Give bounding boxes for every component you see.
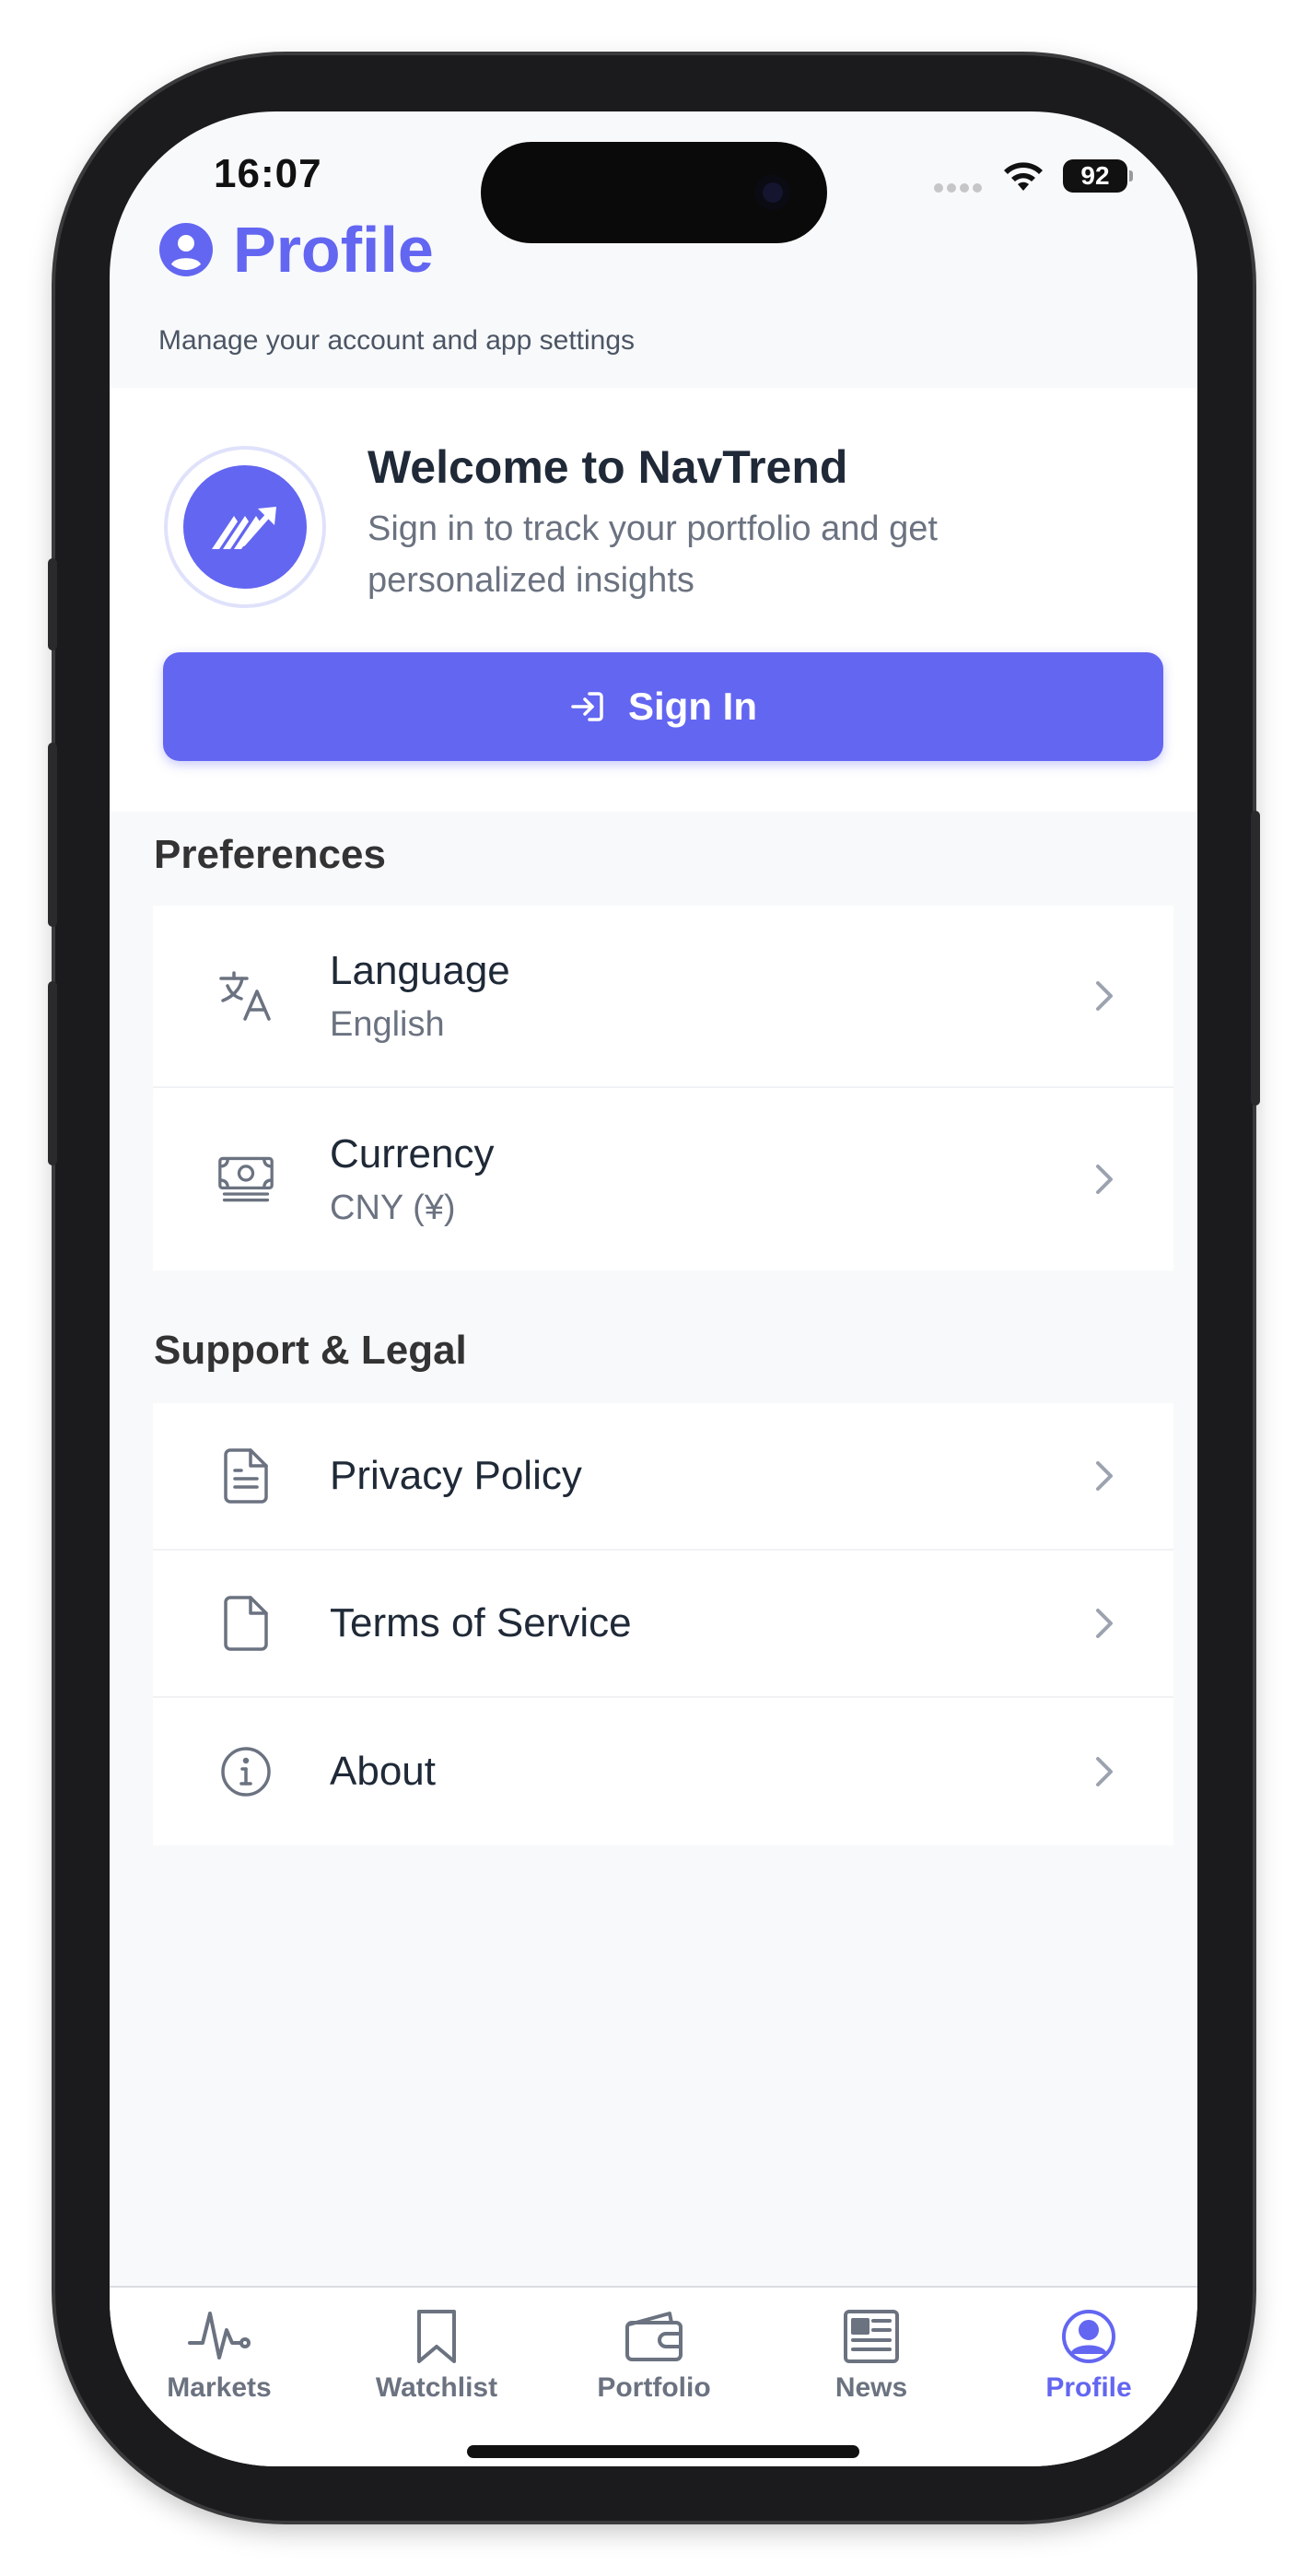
document-text-icon [217, 1447, 274, 1505]
tab-bar: Markets Watchlist Portfolio News Profile [110, 2286, 1197, 2466]
page-subtitle: Manage your account and app settings [158, 325, 636, 356]
chevron-right-icon [1096, 981, 1113, 1011]
page-header: Profile [159, 213, 434, 287]
tab-markets[interactable]: Markets [127, 2308, 311, 2404]
volume-up-button [48, 743, 57, 927]
dynamic-island [481, 142, 827, 243]
chevron-right-icon [1096, 1757, 1113, 1786]
sign-in-button[interactable]: Sign In [163, 652, 1163, 761]
privacy-policy-row[interactable]: Privacy Policy [153, 1403, 1173, 1551]
info-circle-icon [217, 1743, 274, 1800]
wifi-icon [1004, 162, 1043, 191]
translate-icon [217, 967, 274, 1025]
chevron-right-icon [1096, 1461, 1113, 1491]
support-legal-card: Privacy Policy Terms of Service About [153, 1403, 1173, 1845]
home-indicator[interactable] [467, 2445, 859, 2458]
battery-indicator: 92 [1063, 159, 1133, 193]
document-icon [217, 1595, 274, 1652]
front-camera [755, 175, 790, 210]
bookmark-icon [417, 2310, 456, 2363]
language-row[interactable]: Language English [153, 906, 1173, 1088]
tab-markets-label: Markets [167, 2372, 272, 2403]
currency-label: Currency [330, 1130, 495, 1177]
tab-profile[interactable]: Profile [997, 2308, 1181, 2404]
preferences-heading: Preferences [154, 832, 386, 877]
about-label: About [330, 1749, 436, 1794]
tab-profile-label: Profile [1045, 2372, 1132, 2403]
support-legal-heading: Support & Legal [154, 1328, 467, 1373]
login-icon [571, 692, 603, 721]
status-time: 16:07 [214, 151, 322, 196]
trend-logo-icon [183, 465, 307, 589]
currency-value: CNY (¥) [330, 1188, 456, 1227]
terms-of-service-row[interactable]: Terms of Service [153, 1551, 1173, 1698]
chevron-right-icon [1096, 1165, 1113, 1194]
tab-watchlist[interactable]: Watchlist [344, 2308, 529, 2404]
tab-portfolio[interactable]: Portfolio [562, 2308, 746, 2404]
privacy-policy-label: Privacy Policy [330, 1453, 582, 1498]
preferences-card: Language English Currency CNY (¥) [153, 906, 1173, 1270]
banknote-icon [217, 1151, 274, 1208]
tab-news[interactable]: News [779, 2308, 963, 2404]
pulse-icon [188, 2312, 251, 2359]
terms-of-service-label: Terms of Service [330, 1600, 632, 1645]
app-logo [164, 446, 326, 608]
tab-watchlist-label: Watchlist [375, 2372, 498, 2403]
newspaper-icon [844, 2310, 899, 2363]
power-button [1251, 811, 1260, 1106]
wallet-icon [625, 2312, 683, 2361]
language-label: Language [330, 947, 510, 993]
welcome-description: Sign in to track your portfolio and get … [368, 509, 938, 600]
welcome-title: Welcome to NavTrend [368, 441, 848, 493]
cellular-signal-icon [934, 181, 989, 193]
about-row[interactable]: About [153, 1698, 1173, 1845]
language-value: English [330, 1004, 445, 1044]
tab-news-label: News [834, 2372, 908, 2403]
user-circle-icon [159, 223, 213, 276]
chevron-right-icon [1096, 1609, 1113, 1638]
welcome-card: Welcome to NavTrend Sign in to track you… [110, 388, 1197, 812]
screen: 16:07 92 Profile Manage your account and… [110, 111, 1197, 2466]
currency-row[interactable]: Currency CNY (¥) [153, 1088, 1173, 1270]
tab-portfolio-label: Portfolio [597, 2372, 711, 2403]
volume-down-button [48, 981, 57, 1165]
page-title: Profile [233, 214, 434, 286]
sign-in-label: Sign In [628, 685, 757, 728]
user-circle-icon [1062, 2310, 1115, 2363]
action-button [48, 558, 57, 650]
